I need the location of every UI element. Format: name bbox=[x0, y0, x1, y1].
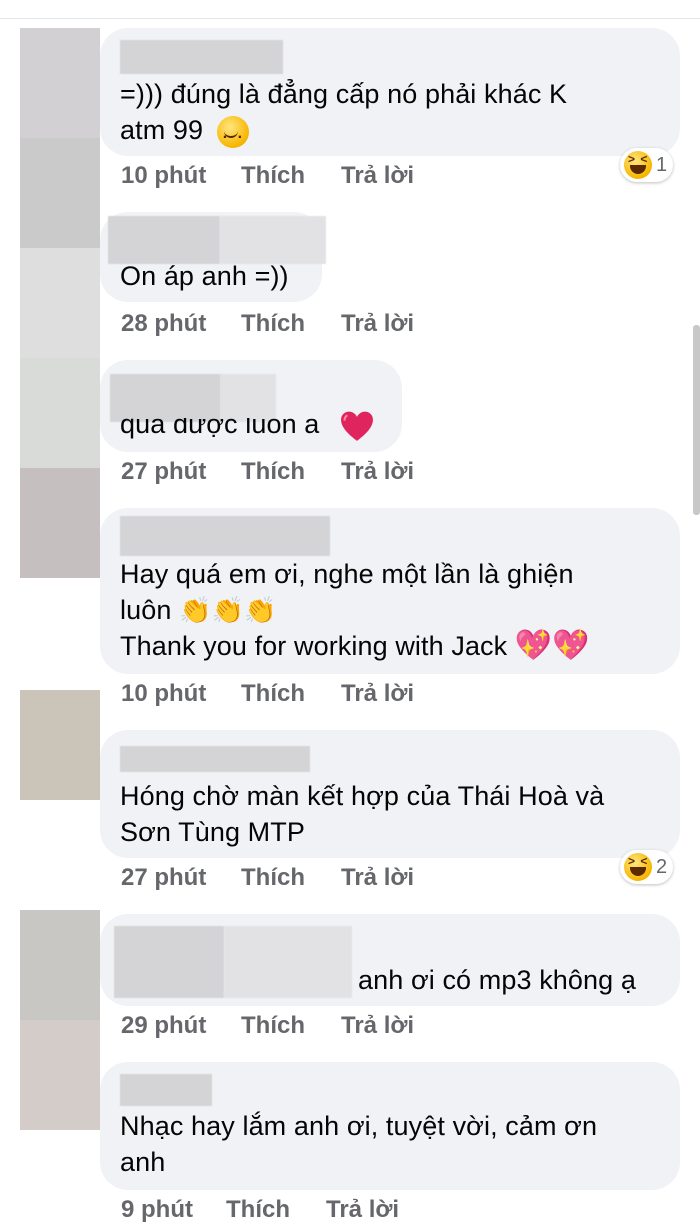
reaction-badge[interactable]: 1 bbox=[620, 148, 674, 182]
comment-bubble: anh ơi có mp3 không ạ bbox=[100, 914, 680, 1006]
clapping-hands-icon: 👏👏👏 bbox=[179, 595, 277, 625]
reaction-badge[interactable]: 2 bbox=[620, 850, 674, 884]
smiling-face-icon bbox=[216, 115, 249, 152]
comment-meta: 9 phút Thích Trả lời bbox=[121, 1196, 441, 1224]
timestamp[interactable]: 27 phút bbox=[121, 864, 206, 892]
reply-button[interactable]: Trả lời bbox=[341, 162, 414, 190]
author-name-blurred[interactable] bbox=[120, 746, 310, 772]
author-name-blurred[interactable] bbox=[108, 216, 220, 264]
avatar[interactable] bbox=[20, 248, 100, 358]
author-name-blurred[interactable] bbox=[120, 516, 330, 556]
comment-text-line2: luôn 👏👏👏 bbox=[120, 595, 277, 625]
reaction-count: 2 bbox=[656, 855, 668, 878]
sparkling-heart-icon: 💖💖 bbox=[514, 629, 590, 662]
avatar[interactable] bbox=[20, 690, 100, 800]
timestamp[interactable]: 28 phút bbox=[121, 310, 206, 338]
red-heart-icon bbox=[341, 411, 373, 441]
comment-meta: 29 phút Thích Trả lời bbox=[121, 1012, 441, 1042]
laughing-face-icon bbox=[624, 151, 652, 179]
avatar[interactable] bbox=[20, 138, 100, 248]
author-name-blurred[interactable] bbox=[114, 926, 224, 998]
comment-meta: 10 phút Thích Trả lời bbox=[121, 162, 441, 192]
timestamp[interactable]: 10 phút bbox=[121, 162, 206, 190]
comment-bubble: =))) đúng là đẳng cấp nó phải khác K atm… bbox=[100, 28, 680, 156]
comment-text: On áp anh =)) bbox=[120, 261, 289, 291]
comment-meta: 27 phút Thích Trả lời bbox=[121, 458, 441, 488]
like-button[interactable]: Thích bbox=[241, 680, 305, 708]
like-button[interactable]: Thích bbox=[241, 310, 305, 338]
comment-text-line2: Sơn Tùng MTP bbox=[120, 817, 305, 847]
timestamp[interactable]: 10 phút bbox=[121, 680, 206, 708]
author-name-blurred bbox=[220, 216, 326, 264]
author-name-blurred[interactable] bbox=[110, 374, 222, 422]
comment-meta: 28 phút Thích Trả lời bbox=[121, 310, 441, 340]
laughing-face-icon bbox=[624, 853, 652, 881]
avatar-column bbox=[20, 0, 100, 1224]
timestamp[interactable]: 9 phút bbox=[121, 1196, 193, 1224]
comment-text: anh ơi có mp3 không ạ bbox=[358, 965, 636, 995]
comment-bubble: Nhạc hay lắm anh ơi, tuyệt vời, cảm ơn a… bbox=[100, 1062, 680, 1190]
top-divider bbox=[0, 18, 700, 19]
reply-button[interactable]: Trả lời bbox=[341, 310, 414, 338]
comment-bubble: On áp anh =)) bbox=[100, 212, 326, 302]
comment-bubble: Hay quá em ơi, nghe một lần là ghiện luô… bbox=[100, 508, 680, 674]
reply-button[interactable]: Trả lời bbox=[341, 1012, 414, 1040]
like-button[interactable]: Thích bbox=[241, 162, 305, 190]
avatar[interactable] bbox=[20, 910, 100, 1020]
like-button[interactable]: Thích bbox=[226, 1196, 290, 1224]
avatar[interactable] bbox=[20, 1020, 100, 1130]
author-name-blurred bbox=[220, 374, 276, 422]
like-button[interactable]: Thích bbox=[241, 458, 305, 486]
author-name-blurred bbox=[224, 926, 352, 998]
comment-meta: 10 phút Thích Trả lời bbox=[121, 680, 441, 710]
comment-text: Hay quá em ơi, nghe một lần là ghiện bbox=[120, 559, 574, 589]
comment-text-line3: Thank you for working with Jack 💖💖 bbox=[120, 629, 590, 662]
author-name-blurred[interactable] bbox=[120, 40, 283, 74]
avatar[interactable] bbox=[20, 28, 100, 138]
reply-button[interactable]: Trả lời bbox=[341, 864, 414, 892]
comment-meta: 27 phút Thích Trả lời bbox=[121, 864, 441, 894]
like-button[interactable]: Thích bbox=[241, 864, 305, 892]
comment-text-line2: anh bbox=[120, 1147, 166, 1177]
avatar[interactable] bbox=[20, 468, 100, 578]
author-name-blurred[interactable] bbox=[120, 1074, 212, 1106]
comment-text: Nhạc hay lắm anh ơi, tuyệt vời, cảm ơn bbox=[120, 1111, 598, 1141]
comment-bubble: Hóng chờ màn kết hợp của Thái Hoà và Sơn… bbox=[100, 730, 680, 858]
scrollbar[interactable] bbox=[693, 325, 700, 515]
reply-button[interactable]: Trả lời bbox=[341, 458, 414, 486]
comment-text: Hóng chờ màn kết hợp của Thái Hoà và bbox=[120, 781, 605, 811]
like-button[interactable]: Thích bbox=[241, 1012, 305, 1040]
reaction-count: 1 bbox=[656, 153, 668, 176]
timestamp[interactable]: 27 phút bbox=[121, 458, 206, 486]
comment-text-line2: atm 99 bbox=[120, 112, 249, 152]
comment-bubble: quá được luôn a bbox=[100, 360, 402, 452]
comment-text: =))) đúng là đẳng cấp nó phải khác K bbox=[120, 79, 568, 109]
reply-button[interactable]: Trả lời bbox=[326, 1196, 399, 1224]
avatar[interactable] bbox=[20, 358, 100, 468]
timestamp[interactable]: 29 phút bbox=[121, 1012, 206, 1040]
reply-button[interactable]: Trả lời bbox=[341, 680, 414, 708]
